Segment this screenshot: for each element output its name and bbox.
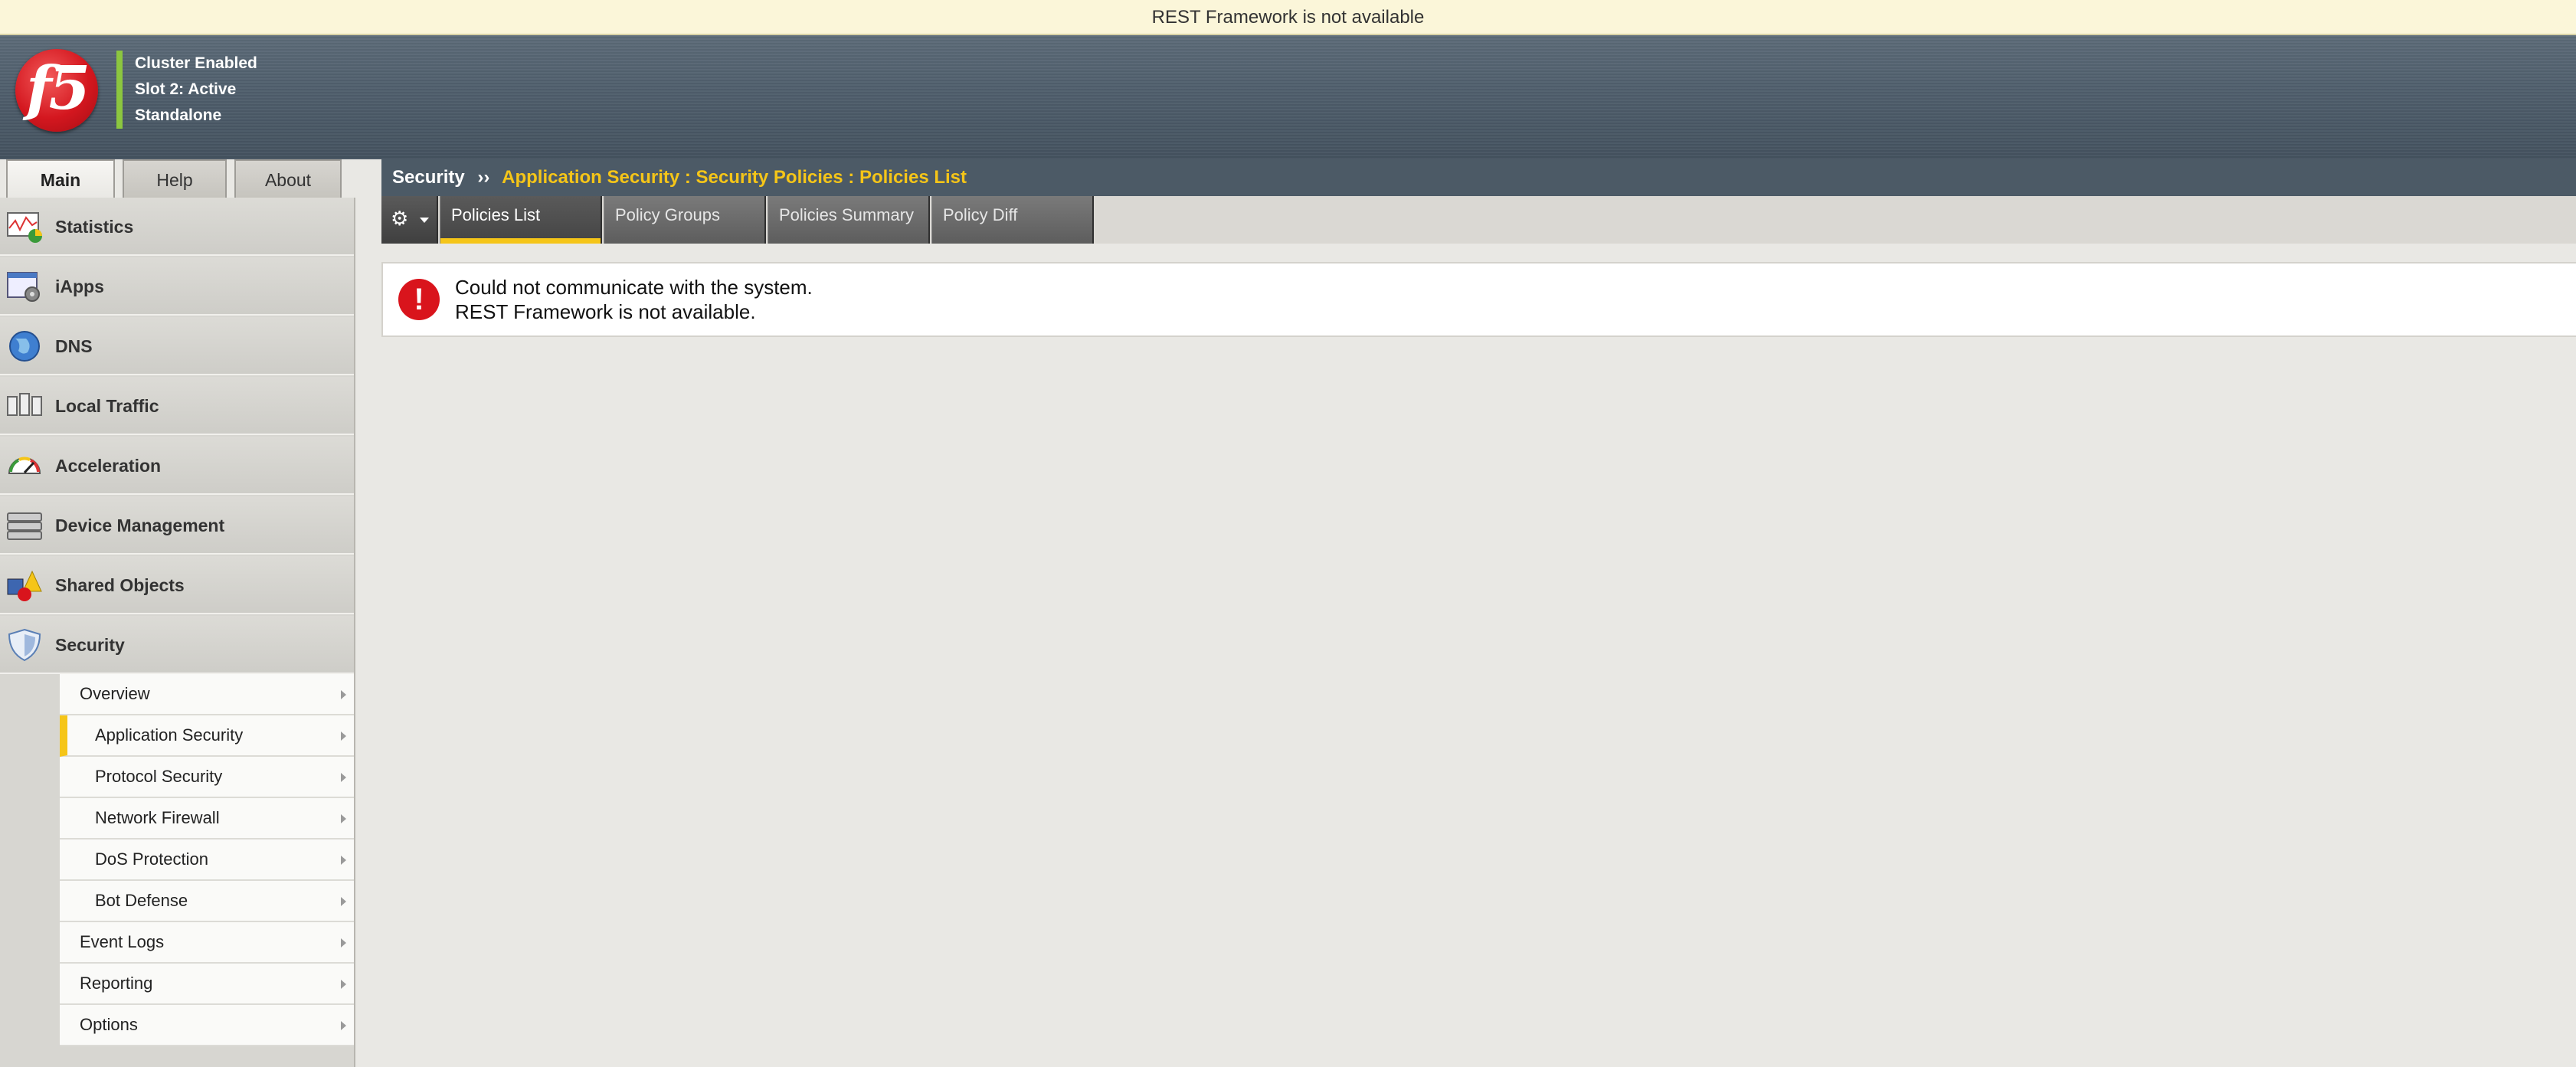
header-band: f5 Cluster Enabled Slot 2: Active Standa… — [0, 35, 2576, 159]
chevron-right-icon — [341, 856, 346, 865]
device-status-list: Cluster Enabled Slot 2: Active Standalon… — [116, 51, 257, 129]
submenu-label: Protocol Security — [95, 767, 223, 786]
error-alert-icon: ! — [398, 279, 440, 320]
tab-policy-groups[interactable]: Policy Groups — [604, 196, 766, 244]
submenu-dos-protection[interactable]: DoS Protection — [60, 840, 354, 881]
tab-policies-summary[interactable]: Policies Summary — [768, 196, 930, 244]
rest-framework-notice: REST Framework is not available — [0, 0, 2576, 35]
chevron-right-icon — [341, 773, 346, 782]
chevron-right-icon — [341, 690, 346, 699]
submenu-reporting[interactable]: Reporting — [60, 964, 354, 1005]
chevron-right-icon — [341, 980, 346, 989]
submenu-application-security[interactable]: Application Security — [60, 715, 354, 757]
submenu-label: Event Logs — [80, 932, 165, 951]
nav-item-device-management[interactable]: Device Management — [0, 496, 354, 555]
f5-logo[interactable]: f5 — [15, 49, 98, 132]
chevron-down-icon — [420, 218, 429, 223]
submenu-protocol-security[interactable]: Protocol Security — [60, 757, 354, 798]
nav-label-shared-objects: Shared Objects — [55, 575, 185, 595]
nav-item-acceleration[interactable]: Acceleration — [0, 437, 354, 495]
submenu-label: Application Security — [95, 725, 244, 745]
submenu-network-firewall[interactable]: Network Firewall — [60, 798, 354, 840]
nav-label-acceleration: Acceleration — [55, 456, 162, 476]
error-line-1: Could not communicate with the system. — [455, 276, 813, 299]
nav-item-dns[interactable]: DNS — [0, 317, 354, 375]
status-slot: Slot 2: Active — [116, 77, 257, 103]
submenu-label: Bot Defense — [95, 891, 188, 910]
status-cluster: Cluster Enabled — [116, 51, 257, 77]
header-texture — [0, 35, 2576, 159]
nav-label-iapps: iApps — [55, 277, 104, 296]
nav-label-dns: DNS — [55, 336, 93, 356]
nav-item-shared-objects[interactable]: Shared Objects — [0, 556, 354, 614]
nav-item-iapps[interactable]: iApps — [0, 257, 354, 316]
left-tabs: Main Help About — [0, 159, 355, 198]
breadcrumb-separator-icon: ›› — [477, 167, 490, 188]
nav-label-device-management: Device Management — [55, 515, 225, 535]
tab-policy-diff[interactable]: Policy Diff — [931, 196, 1094, 244]
submenu-label: Options — [80, 1015, 138, 1034]
settings-menu-button[interactable]: ⚙ — [381, 196, 438, 244]
gear-icon: ⚙ — [391, 207, 409, 230]
tab-help[interactable]: Help — [123, 159, 227, 198]
nav-label-statistics: Statistics — [55, 217, 134, 237]
tab-main[interactable]: Main — [6, 159, 115, 198]
breadcrumb-root[interactable]: Security — [392, 167, 465, 188]
nav-item-statistics[interactable]: Statistics — [0, 198, 354, 256]
breadcrumb-path: Application Security : Security Policies… — [502, 167, 967, 188]
nav-label-security: Security — [55, 635, 125, 655]
f5-logo-text: f5 — [26, 54, 90, 123]
error-message-box: ! Could not communicate with the system.… — [381, 262, 2576, 337]
submenu-bot-defense[interactable]: Bot Defense — [60, 881, 354, 922]
submenu-event-logs[interactable]: Event Logs — [60, 922, 354, 964]
acceleration-gauge-icon — [8, 457, 41, 474]
device-management-icon — [7, 512, 42, 540]
submenu-label: DoS Protection — [95, 849, 208, 869]
dns-globe-icon — [9, 331, 40, 362]
tab-policies-list[interactable]: Policies List — [440, 196, 602, 244]
iapps-icon — [7, 272, 40, 302]
security-shield-icon — [8, 628, 41, 662]
breadcrumb: Security ›› Application Security : Secur… — [381, 159, 2576, 196]
sidebar: Statistics iApps DNS Local Traffic Accel… — [0, 198, 355, 1067]
nav-item-security[interactable]: Security — [0, 616, 354, 674]
tab-bar: ⚙ Policies List Policy Groups Policies S… — [381, 196, 2576, 244]
local-traffic-icon — [7, 393, 42, 416]
nav-label-local-traffic: Local Traffic — [55, 396, 159, 416]
submenu-options[interactable]: Options — [60, 1005, 354, 1046]
chevron-right-icon — [341, 938, 346, 948]
chevron-right-icon — [341, 814, 346, 823]
submenu-label: Reporting — [80, 974, 153, 993]
submenu-label: Network Firewall — [95, 808, 220, 827]
submenu-overview[interactable]: Overview — [60, 674, 354, 715]
chevron-right-icon — [341, 897, 346, 906]
status-standalone: Standalone — [116, 103, 257, 129]
chevron-right-icon — [341, 1021, 346, 1030]
nav-item-local-traffic[interactable]: Local Traffic — [0, 377, 354, 435]
shared-objects-icon — [7, 570, 42, 601]
tab-about[interactable]: About — [234, 159, 342, 198]
chevron-right-icon — [341, 732, 346, 741]
error-line-2: REST Framework is not available. — [455, 300, 756, 323]
statistics-icon — [7, 212, 42, 243]
submenu-label: Overview — [80, 684, 150, 703]
